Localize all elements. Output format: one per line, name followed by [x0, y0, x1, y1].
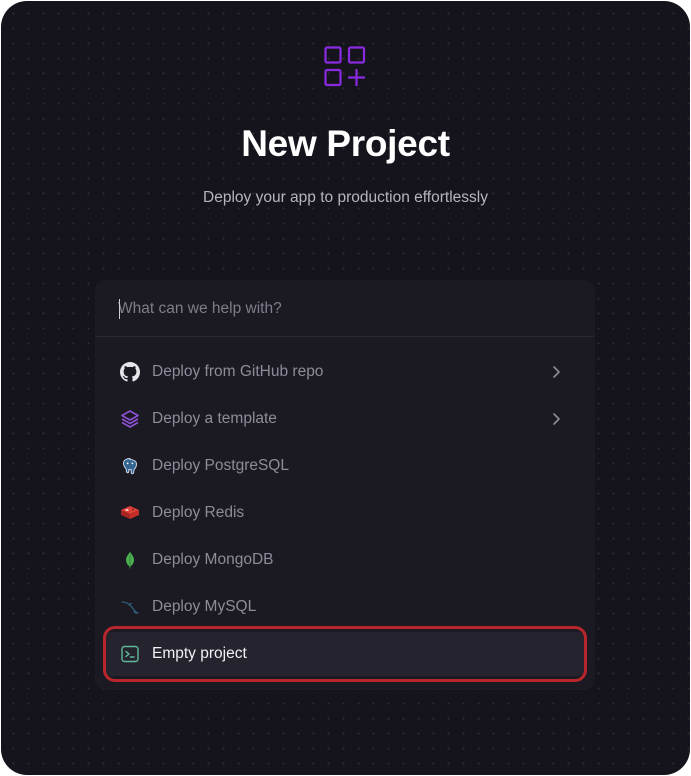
- page-title: New Project: [241, 123, 450, 164]
- search-bar: [96, 281, 594, 337]
- menu-item-redis[interactable]: Deploy Redis: [104, 491, 586, 535]
- command-panel: Deploy from GitHub repo Deploy a templat…: [96, 281, 594, 689]
- menu-item-mongodb[interactable]: Deploy MongoDB: [104, 538, 586, 582]
- menu-item-label: Deploy MongoDB: [152, 551, 274, 568]
- menu-item-label: Deploy Redis: [152, 504, 245, 521]
- redis-icon: [120, 503, 140, 523]
- menu-item-label: Deploy from GitHub repo: [152, 363, 324, 380]
- menu-item-label: Deploy PostgreSQL: [152, 457, 289, 474]
- search-input[interactable]: [118, 297, 558, 321]
- postgresql-icon: [120, 456, 140, 476]
- text-caret: [119, 299, 120, 319]
- grid-plus-icon: [324, 46, 366, 87]
- menu-item-template[interactable]: Deploy a template: [104, 397, 586, 441]
- menu-item-label: Deploy MySQL: [152, 598, 257, 615]
- menu-item-github-repo[interactable]: Deploy from GitHub repo: [104, 350, 586, 394]
- menu-item-mysql[interactable]: Deploy MySQL: [104, 585, 586, 629]
- new-project-window: New Project Deploy your app to productio…: [1, 1, 690, 775]
- menu-item-empty-project[interactable]: Empty project: [104, 632, 586, 676]
- github-icon: [120, 362, 140, 382]
- menu-item-label: Deploy a template: [152, 410, 277, 427]
- layers-icon: [120, 409, 140, 429]
- menu-item-label: Empty project: [152, 645, 247, 662]
- chevron-right-icon: [553, 366, 560, 378]
- menu-item-postgresql[interactable]: Deploy PostgreSQL: [104, 444, 586, 488]
- mysql-icon: [120, 597, 140, 617]
- mongodb-icon: [120, 550, 140, 570]
- chevron-right-icon: [553, 413, 560, 425]
- page-subtitle: Deploy your app to production effortless…: [203, 189, 488, 206]
- terminal-icon: [120, 644, 140, 664]
